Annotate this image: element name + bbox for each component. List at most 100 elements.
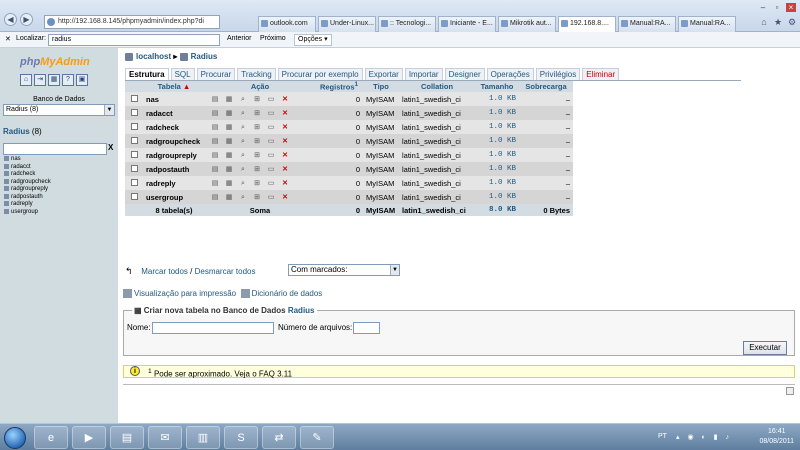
search-icon[interactable]: ⌕ xyxy=(239,152,247,160)
taskbar-app-icon[interactable]: ▥ xyxy=(186,426,220,449)
taskbar-ie-icon[interactable]: e xyxy=(34,426,68,449)
home-icon[interactable]: ⌂ xyxy=(758,16,770,28)
empty-icon[interactable]: ▭ xyxy=(267,96,275,104)
header-type[interactable]: Tipo xyxy=(363,81,399,92)
db-title-link[interactable]: Radius xyxy=(3,127,30,136)
browser-tab[interactable]: Manual:RA... xyxy=(618,16,676,32)
empty-icon[interactable]: ▭ xyxy=(267,110,275,118)
row-checkbox[interactable] xyxy=(130,94,138,102)
find-next-button[interactable]: Próximo xyxy=(260,35,286,42)
browse-icon[interactable]: ▤ xyxy=(211,110,219,118)
size-cell[interactable]: 1.0 KB xyxy=(475,120,519,134)
insert-icon[interactable]: ⊞ xyxy=(253,180,261,188)
size-cell[interactable]: 1.0 KB xyxy=(475,190,519,204)
table-name-cell[interactable]: radgroupcheck xyxy=(143,134,205,148)
taskbar-skype-icon[interactable]: S xyxy=(224,426,258,449)
phpmyadmin-logo[interactable]: phpMyAdmin xyxy=(20,56,90,68)
browser-tab[interactable]: Under-Linux... xyxy=(318,16,376,32)
breadcrumb-server[interactable]: localhost xyxy=(136,52,171,61)
find-input[interactable]: radius xyxy=(48,34,220,46)
drop-icon[interactable]: ✕ xyxy=(281,180,289,188)
breadcrumb-db[interactable]: Radius xyxy=(191,52,218,61)
structure-icon[interactable]: ▦ xyxy=(225,96,233,104)
browse-icon[interactable]: ▤ xyxy=(211,124,219,132)
taskbar-tool-icon[interactable]: ✎ xyxy=(300,426,334,449)
header-overhead[interactable]: Sobrecarga xyxy=(519,81,573,92)
insert-icon[interactable]: ⊞ xyxy=(253,166,261,174)
insert-icon[interactable]: ⊞ xyxy=(253,124,261,132)
tab-structure[interactable]: Estrutura xyxy=(125,68,169,80)
browser-tab[interactable]: :: Tecnologi... xyxy=(378,16,436,32)
structure-icon[interactable]: ▦ xyxy=(225,152,233,160)
taskbar-mail-icon[interactable]: ✉ xyxy=(148,426,182,449)
insert-icon[interactable]: ⊞ xyxy=(253,194,261,202)
favorites-icon[interactable]: ★ xyxy=(772,16,784,28)
structure-icon[interactable]: ▦ xyxy=(225,110,233,118)
create-legend-db[interactable]: Radius xyxy=(288,306,315,315)
drop-icon[interactable]: ✕ xyxy=(281,166,289,174)
table-name-cell[interactable]: radpostauth xyxy=(143,162,205,176)
insert-icon[interactable]: ⊞ xyxy=(253,96,261,104)
size-cell[interactable]: 1.0 KB xyxy=(475,92,519,106)
size-cell[interactable]: 1.0 KB xyxy=(475,106,519,120)
table-name-cell[interactable]: radreply xyxy=(143,176,205,190)
dictionary-link[interactable]: Dicionário de dados xyxy=(252,289,323,298)
row-checkbox[interactable] xyxy=(130,150,138,158)
tab-sql[interactable]: SQL xyxy=(170,68,195,80)
search-icon[interactable]: ⌕ xyxy=(239,124,247,132)
close-window-icon[interactable]: × xyxy=(786,3,796,12)
find-close-icon[interactable]: ✕ xyxy=(5,35,11,43)
db-select[interactable]: Radius (8) ▼ xyxy=(3,104,115,116)
insert-icon[interactable]: ⊞ xyxy=(253,152,261,160)
drop-icon[interactable]: ✕ xyxy=(281,96,289,104)
table-filter-input[interactable] xyxy=(3,143,107,155)
search-icon[interactable]: ⌕ xyxy=(239,138,247,146)
structure-icon[interactable]: ▦ xyxy=(225,138,233,146)
tab-export[interactable]: Exportar xyxy=(364,68,403,80)
table-name-cell[interactable]: radcheck xyxy=(143,120,205,134)
table-name-input[interactable] xyxy=(152,322,274,334)
sidebar-table-item[interactable]: radgroupreply xyxy=(4,186,51,194)
home-icon[interactable]: ⌂ xyxy=(20,74,32,86)
browser-tab-active[interactable]: 192.168.8.... xyxy=(558,16,616,32)
table-name-cell[interactable]: nas xyxy=(143,92,205,106)
table-name-cell[interactable]: usergroup xyxy=(143,190,205,204)
row-checkbox[interactable] xyxy=(130,108,138,116)
browse-icon[interactable]: ▤ xyxy=(211,138,219,146)
empty-icon[interactable]: ▭ xyxy=(267,180,275,188)
taskbar-network-icon[interactable]: ⇄ xyxy=(262,426,296,449)
browser-tab[interactable]: outlook.com xyxy=(258,16,316,32)
taskbar-media-icon[interactable]: ▶ xyxy=(72,426,106,449)
browser-tab[interactable]: Iniciante - E... xyxy=(438,16,496,32)
header-records[interactable]: Registros1 xyxy=(315,81,363,92)
sql-docs-icon[interactable]: ▣ xyxy=(76,74,88,86)
tab-privileges[interactable]: Privilégios xyxy=(535,68,581,80)
search-icon[interactable]: ⌕ xyxy=(239,110,247,118)
insert-icon[interactable]: ⊞ xyxy=(253,110,261,118)
tab-import[interactable]: Importar xyxy=(404,68,443,80)
language-indicator[interactable]: PT xyxy=(658,433,667,440)
find-prev-button[interactable]: Anterior xyxy=(227,35,252,42)
row-checkbox[interactable] xyxy=(130,178,138,186)
empty-icon[interactable]: ▭ xyxy=(267,194,275,202)
browser-tab[interactable]: Manual:RA... xyxy=(678,16,736,32)
tab-query[interactable]: Procurar por exemplo xyxy=(277,68,363,80)
insert-icon[interactable]: ⊞ xyxy=(253,138,261,146)
size-cell[interactable]: 1.0 KB xyxy=(475,148,519,162)
tab-operations[interactable]: Operações xyxy=(486,68,534,80)
drop-icon[interactable]: ✕ xyxy=(281,124,289,132)
execute-button[interactable]: Executar xyxy=(743,341,787,355)
with-selected-select[interactable]: Com marcados: ▼ xyxy=(288,264,400,276)
sidebar-table-item[interactable]: radcheck xyxy=(4,171,51,179)
sidebar-table-item[interactable]: nas xyxy=(4,156,51,164)
empty-icon[interactable]: ▭ xyxy=(267,166,275,174)
print-link[interactable]: Visualização para impressão xyxy=(134,289,236,298)
sidebar-table-item[interactable]: radpostauth xyxy=(4,193,51,202)
minimize-icon[interactable]: – xyxy=(758,3,768,12)
row-checkbox[interactable] xyxy=(130,192,138,200)
sidebar-table-item[interactable]: radacct xyxy=(4,163,51,172)
query-window-icon[interactable]: ▦ xyxy=(48,74,60,86)
structure-icon[interactable]: ▦ xyxy=(225,166,233,174)
field-count-input[interactable] xyxy=(353,322,380,334)
size-cell[interactable]: 1.0 KB xyxy=(475,162,519,176)
